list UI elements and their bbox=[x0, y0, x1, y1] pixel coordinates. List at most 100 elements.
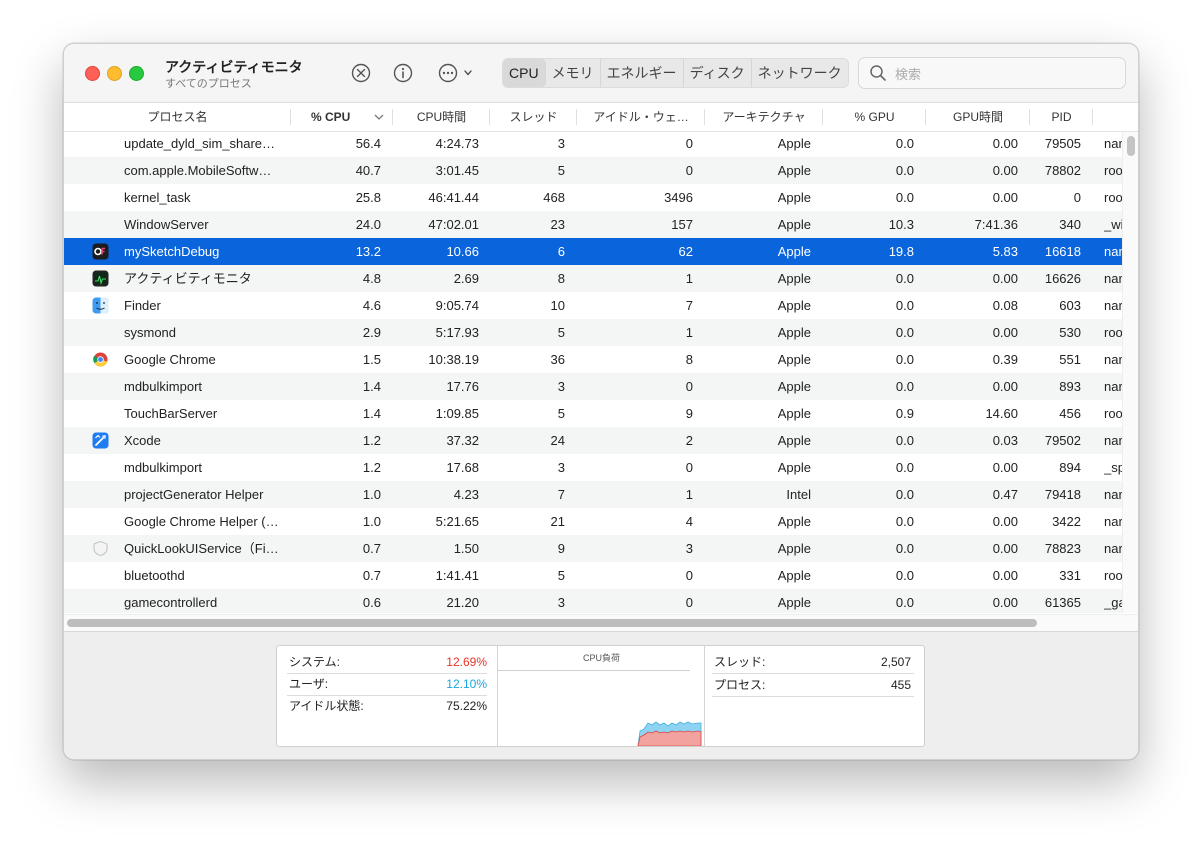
close-window-button[interactable] bbox=[85, 66, 100, 81]
process-name: update_dyld_sim_share… bbox=[124, 136, 276, 151]
process-row[interactable]: Google Chrome Helper (… 1.0 5:21.65 21 4 Appl… bbox=[64, 508, 1122, 535]
process-row[interactable]: TouchBarServer 1.4 1:09.85 5 9 Apple 0.9 14.60 4… bbox=[64, 400, 1122, 427]
column-header-idle-wakeups[interactable]: アイドル・ウェ… bbox=[577, 103, 705, 131]
shield-icon bbox=[92, 540, 109, 557]
thread-count: 24 bbox=[550, 433, 565, 448]
idle-wakeups: 3496 bbox=[664, 190, 693, 205]
horizontal-scrollbar[interactable] bbox=[64, 614, 1138, 631]
process-name: Finder bbox=[124, 298, 161, 313]
zoom-window-button[interactable] bbox=[129, 66, 144, 81]
process-row[interactable]: mySketchDebug 13.2 10.66 6 62 Apple 19.8 5.83 16… bbox=[64, 238, 1122, 265]
user-label: ユーザ: bbox=[289, 677, 329, 691]
thread-count: 5 bbox=[557, 325, 565, 340]
idle-wakeups: 0 bbox=[685, 595, 693, 610]
more-actions-button[interactable] bbox=[436, 61, 478, 85]
column-header-cpu-time[interactable]: CPU時間 bbox=[393, 103, 490, 131]
idle-wakeups: 0 bbox=[685, 136, 693, 151]
gpu-percent: 19.8 bbox=[888, 244, 914, 259]
process-name: mySketchDebug bbox=[124, 244, 220, 259]
column-header-cpu-percent-label: % CPU bbox=[311, 110, 351, 124]
process-name: mdbulkimport bbox=[124, 460, 203, 475]
process-row[interactable]: sysmond 2.9 5:17.93 5 1 Apple 0.0 0.00 530 roo bbox=[64, 319, 1122, 346]
processes-label: プロセス: bbox=[714, 678, 766, 692]
vertical-scrollbar[interactable] bbox=[1122, 132, 1138, 613]
process-name: bluetoothd bbox=[124, 568, 185, 583]
tab-cpu[interactable]: CPU bbox=[503, 59, 546, 87]
gpu-time: 0.00 bbox=[992, 271, 1018, 286]
cpu-percent: 1.0 bbox=[362, 487, 381, 502]
column-header-gpu-time[interactable]: GPU時間 bbox=[926, 103, 1030, 131]
search-field[interactable] bbox=[858, 57, 1126, 89]
gpu-time: 0.47 bbox=[992, 487, 1018, 502]
thread-count: 3 bbox=[557, 136, 565, 151]
thread-count: 36 bbox=[550, 352, 565, 367]
gpu-percent: 0.0 bbox=[895, 163, 914, 178]
window-subtitle[interactable]: すべてのプロセス bbox=[165, 75, 252, 91]
process-row[interactable]: bluetoothd 0.7 1:41.41 5 0 Apple 0.0 0.00 331 roo bbox=[64, 562, 1122, 589]
cpu-time: 4.23 bbox=[453, 487, 479, 502]
cpu-time: 46:41.44 bbox=[428, 190, 479, 205]
column-header-cpu-percent[interactable]: % CPU bbox=[291, 103, 393, 131]
column-header-architecture[interactable]: アーキテクチャ bbox=[705, 103, 823, 131]
vertical-scroll-thumb[interactable] bbox=[1127, 136, 1135, 156]
inspect-process-button[interactable] bbox=[391, 61, 415, 85]
gpu-percent: 0.0 bbox=[895, 352, 914, 367]
column-header-threads[interactable]: スレッド bbox=[490, 103, 577, 131]
idle-wakeups: 0 bbox=[685, 379, 693, 394]
thread-count: 3 bbox=[557, 460, 565, 475]
cpu-time: 5:17.93 bbox=[435, 325, 479, 340]
user: roo bbox=[1104, 190, 1122, 205]
gpu-time: 0.00 bbox=[992, 541, 1018, 556]
sort-descending-icon bbox=[374, 114, 384, 120]
thread-count: 468 bbox=[543, 190, 565, 205]
process-name: com.apple.MobileSoftw… bbox=[124, 163, 272, 178]
process-row[interactable]: kernel_task 25.8 46:41.44 468 3496 Apple 0.0 0.… bbox=[64, 184, 1122, 211]
cpu-percent: 2.9 bbox=[362, 325, 381, 340]
tab-disk[interactable]: ディスク bbox=[684, 59, 752, 87]
process-row[interactable]: WindowServer 24.0 47:02.01 23 157 Apple 10.3 7:… bbox=[64, 211, 1122, 238]
process-name: WindowServer bbox=[124, 217, 209, 232]
user: nar bbox=[1104, 244, 1122, 259]
gpu-percent: 0.0 bbox=[895, 325, 914, 340]
process-row[interactable]: gamecontrollerd 0.6 21.20 3 0 Apple 0.0 0.00 613… bbox=[64, 589, 1122, 613]
thread-count: 23 bbox=[550, 217, 565, 232]
cpu-percent: 1.2 bbox=[362, 460, 381, 475]
user: _wi bbox=[1104, 217, 1122, 232]
tab-memory[interactable]: メモリ bbox=[546, 59, 601, 87]
process-row[interactable]: mdbulkimport 1.2 17.68 3 0 Apple 0.0 0.00 894 _sp bbox=[64, 454, 1122, 481]
horizontal-scroll-thumb[interactable] bbox=[67, 619, 1037, 627]
process-row[interactable]: Finder 4.6 9:05.74 10 7 Apple 0.0 0.08 603 nar bbox=[64, 292, 1122, 319]
idle-wakeups: 1 bbox=[685, 271, 693, 286]
tab-network[interactable]: ネットワーク bbox=[752, 59, 848, 87]
process-row[interactable]: mdbulkimport 1.4 17.76 3 0 Apple 0.0 0.00 893 nar bbox=[64, 373, 1122, 400]
process-row[interactable]: projectGenerator Helper 1.0 4.23 7 1 Intel 0.0… bbox=[64, 481, 1122, 508]
process-name: kernel_task bbox=[124, 190, 191, 205]
cpu-percent: 25.8 bbox=[355, 190, 381, 205]
thread-count: 8 bbox=[557, 271, 565, 286]
user: _ga bbox=[1104, 595, 1122, 610]
architecture: Apple bbox=[777, 352, 811, 367]
column-header-gpu-percent[interactable]: % GPU bbox=[823, 103, 926, 131]
tab-energy[interactable]: エネルギー bbox=[601, 59, 684, 87]
architecture: Apple bbox=[777, 460, 811, 475]
process-row[interactable]: update_dyld_sim_share… 56.4 4:24.73 3 0 Apple… bbox=[64, 132, 1122, 157]
column-header-pid[interactable]: PID bbox=[1030, 103, 1093, 131]
architecture: Apple bbox=[777, 271, 811, 286]
cpu-time: 1:09.85 bbox=[435, 406, 479, 421]
cpu-percent: 4.6 bbox=[362, 298, 381, 313]
architecture: Apple bbox=[777, 217, 811, 232]
search-input[interactable] bbox=[893, 63, 1117, 85]
pid: 456 bbox=[1059, 406, 1081, 421]
cpu-time: 5:21.65 bbox=[435, 514, 479, 529]
minimize-window-button[interactable] bbox=[107, 66, 122, 81]
process-row[interactable]: アクティビティモニタ 4.8 2.69 8 1 Apple 0.0 0.00 16626 nar bbox=[64, 265, 1122, 292]
process-row[interactable]: com.apple.MobileSoftw… 40.7 3:01.45 5 0 Apple… bbox=[64, 157, 1122, 184]
process-row[interactable]: QuickLookUIService（Fi… 0.7 1.50 9 3 Apple 0.0 0… bbox=[64, 535, 1122, 562]
titlebar: アクティビティモニタ すべてのプロセス CPU メモリ エネルギー ディスク ネ… bbox=[64, 44, 1138, 103]
process-row[interactable]: Google Chrome 1.5 10:38.19 36 8 Apple 0.0 0.39 5… bbox=[64, 346, 1122, 373]
process-row[interactable]: Xcode 1.2 37.32 24 2 Apple 0.0 0.03 79502 nar bbox=[64, 427, 1122, 454]
thread-count: 3 bbox=[557, 379, 565, 394]
column-header-process-name[interactable]: プロセス名 bbox=[64, 103, 291, 131]
stop-process-button[interactable] bbox=[349, 61, 373, 85]
pid: 78802 bbox=[1044, 163, 1081, 178]
